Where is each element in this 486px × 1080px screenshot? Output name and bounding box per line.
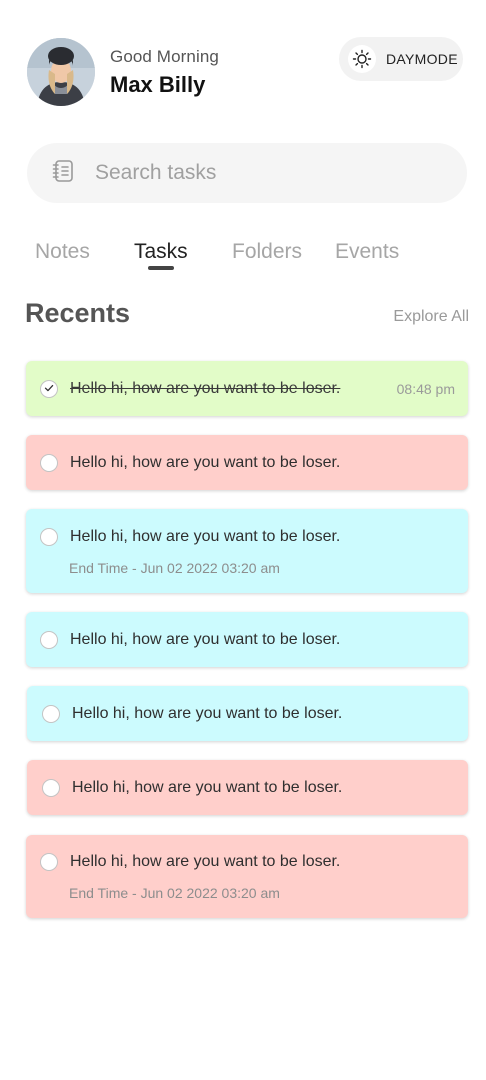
greeting-text: Good Morning xyxy=(110,47,219,66)
task-checkbox[interactable] xyxy=(40,454,58,472)
task-text: Hello hi, how are you want to be loser. xyxy=(70,631,341,648)
app-screen: Good Morning Max Billy DAYMODE Search ta… xyxy=(0,0,486,1080)
task-text: Hello hi, how are you want to be loser. xyxy=(70,454,341,471)
task-card[interactable]: Hello hi, how are you want to be loser. … xyxy=(26,835,468,918)
active-tab-indicator xyxy=(148,266,174,270)
recents-title: Recents xyxy=(25,298,131,328)
daymode-toggle-button[interactable]: DAYMODE xyxy=(339,37,463,81)
task-checkbox[interactable] xyxy=(40,853,58,871)
user-name: Max Billy xyxy=(110,72,206,97)
explore-all-link[interactable]: Explore All xyxy=(393,308,469,326)
task-text: Hello hi, how are you want to be loser. xyxy=(70,853,341,870)
task-text: Hello hi, how are you want to be loser. xyxy=(70,528,341,545)
task-card[interactable]: Hello hi, how are you want to be loser. xyxy=(26,435,468,490)
notebook-icon xyxy=(51,158,77,189)
sun-icon xyxy=(348,45,376,73)
task-end-time: End Time - Jun 02 2022 03:20 am xyxy=(69,560,280,576)
task-end-time: End Time - Jun 02 2022 03:20 am xyxy=(69,885,280,901)
tab-tasks[interactable]: Tasks xyxy=(134,240,188,264)
task-text: Hello hi, how are you want to be loser. xyxy=(72,705,343,722)
task-text: Hello hi, how are you want to be loser. xyxy=(72,779,343,796)
tab-folders[interactable]: Folders xyxy=(232,240,302,264)
avatar[interactable] xyxy=(27,38,95,106)
task-checkbox[interactable] xyxy=(40,528,58,546)
task-card[interactable]: Hello hi, how are you want to be loser. xyxy=(27,686,468,741)
task-checkbox[interactable] xyxy=(42,705,60,723)
avatar-image xyxy=(27,38,95,106)
tab-notes[interactable]: Notes xyxy=(35,240,90,264)
tab-events[interactable]: Events xyxy=(335,240,399,264)
task-time: 08:48 pm xyxy=(396,381,455,397)
task-checkbox[interactable] xyxy=(40,631,58,649)
task-checkbox[interactable] xyxy=(42,779,60,797)
task-card[interactable]: Hello hi, how are you want to be loser. xyxy=(26,612,468,667)
search-input[interactable] xyxy=(95,161,435,185)
search-bar[interactable] xyxy=(27,143,467,203)
task-card[interactable]: Hello hi, how are you want to be loser. xyxy=(27,760,468,815)
daymode-label: DAYMODE xyxy=(386,51,458,67)
task-card[interactable]: Hello hi, how are you want to be loser. … xyxy=(26,509,468,593)
check-icon xyxy=(44,380,54,398)
task-card[interactable]: Hello hi, how are you want to be loser. … xyxy=(26,361,468,416)
task-text: Hello hi, how are you want to be loser. xyxy=(70,380,341,397)
task-checkbox[interactable] xyxy=(40,380,58,398)
